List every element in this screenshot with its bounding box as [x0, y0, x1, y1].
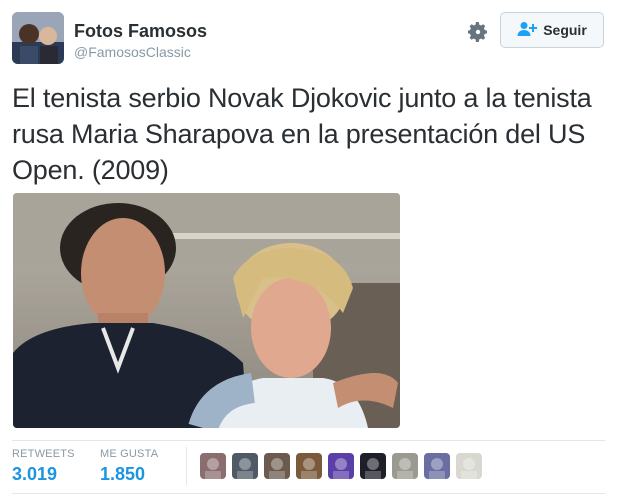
tweet-photo[interactable] [13, 193, 400, 428]
avatar[interactable] [12, 12, 64, 64]
likes-count: 1.850 [100, 464, 146, 484]
liker-avatar[interactable] [232, 453, 258, 479]
liker-avatar[interactable] [360, 453, 386, 479]
gear-icon[interactable] [466, 20, 490, 44]
liker-avatar[interactable] [296, 453, 322, 479]
liker-avatar[interactable] [200, 453, 226, 479]
divider [186, 447, 187, 485]
liker-avatar[interactable] [328, 453, 354, 479]
likes-stat[interactable]: ME GUSTA 1.850 [100, 448, 158, 485]
add-user-icon [517, 21, 538, 40]
retweets-label: RETWEETS [12, 448, 75, 460]
tweet-text: El tenista serbio Novak Djokovic junto a… [12, 83, 592, 185]
liker-avatar[interactable] [456, 453, 482, 479]
display-name[interactable]: Fotos Famosos [74, 20, 207, 42]
follow-button[interactable]: Seguir [500, 12, 604, 48]
retweets-count: 3.019 [12, 464, 58, 484]
user-handle[interactable]: @FamososClassic [74, 42, 207, 62]
tweet-header: Fotos Famosos @FamososClassic Seguir [12, 12, 610, 70]
likes-label: ME GUSTA [100, 448, 159, 460]
user-info[interactable]: Fotos Famosos @FamososClassic [74, 20, 207, 62]
liker-avatar[interactable] [424, 453, 450, 479]
divider [12, 440, 605, 441]
retweets-stat[interactable]: RETWEETS 3.019 [12, 448, 75, 485]
follow-button-label: Seguir [543, 22, 587, 38]
liker-avatar[interactable] [392, 453, 418, 479]
divider [12, 493, 605, 494]
liker-avatar[interactable] [264, 453, 290, 479]
liker-avatars [200, 453, 482, 479]
